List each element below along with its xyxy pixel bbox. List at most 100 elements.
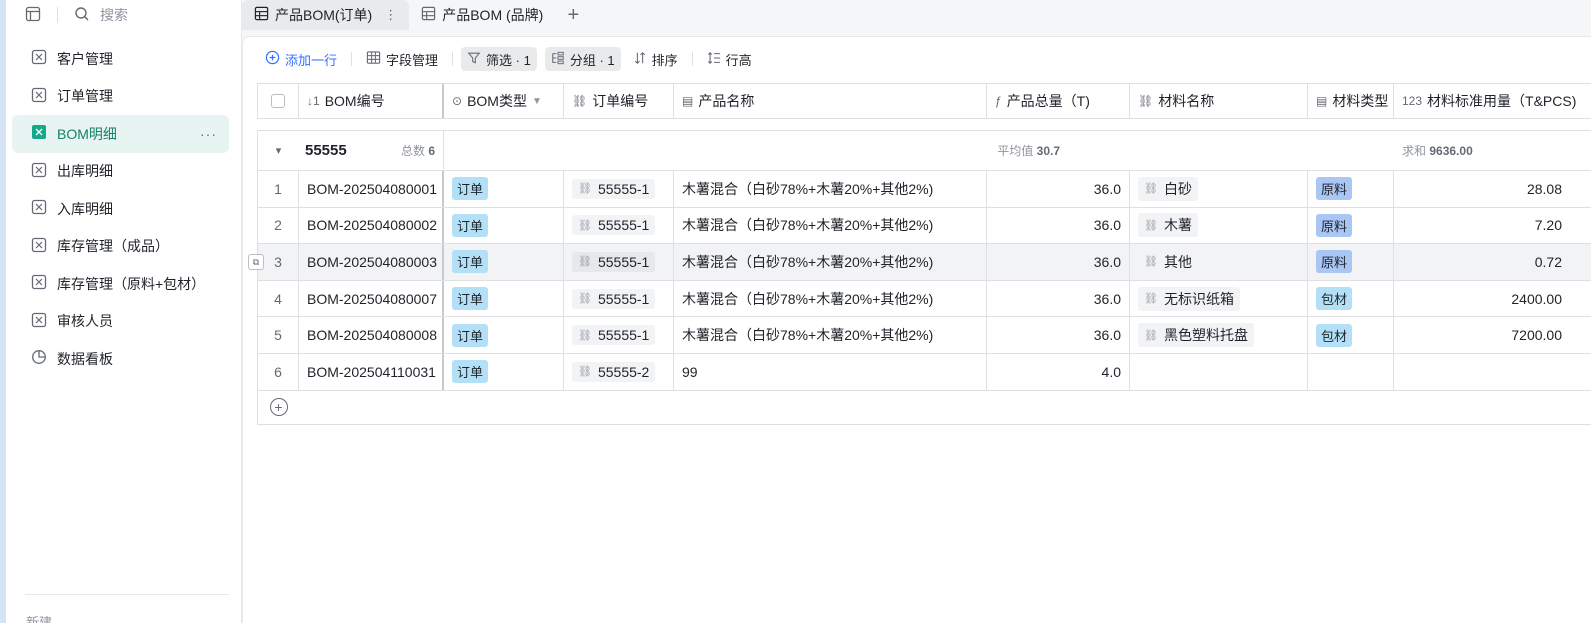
- cell-bom-id[interactable]: BOM-202504080008: [299, 317, 444, 353]
- add-row-button[interactable]: 添加一行: [259, 47, 343, 71]
- more-icon[interactable]: ···: [200, 126, 217, 142]
- material-link-chip[interactable]: ⛓ 木薯: [1138, 213, 1198, 238]
- sort-button[interactable]: 排序: [627, 47, 684, 71]
- search-input[interactable]: 搜索: [100, 5, 128, 25]
- cell-product-total[interactable]: 36.0: [987, 207, 1130, 244]
- new-button[interactable]: 新建: [26, 612, 52, 623]
- group-button[interactable]: 分组 · 1: [544, 47, 621, 71]
- cell-material-name[interactable]: [1130, 353, 1308, 390]
- sidebar-item-inbound[interactable]: 入库明细: [12, 190, 229, 228]
- filter-button[interactable]: 筛选 · 1: [461, 47, 537, 71]
- add-view-button[interactable]: +: [559, 1, 587, 29]
- column-header-order-id[interactable]: ⛓ 订单编号: [564, 84, 674, 118]
- add-record-row[interactable]: +: [257, 389, 1591, 425]
- cell-product-total[interactable]: 36.0: [987, 280, 1130, 317]
- sidebar-item-stock-materials[interactable]: 库存管理（原料+包材）: [12, 265, 229, 303]
- table-row[interactable]: 4 BOM-202504080007 订单 ⛓ 55555-1 木薯混合（白砂78…: [257, 279, 1591, 317]
- sidebar-item-reviewers[interactable]: 审核人员: [12, 303, 229, 341]
- cell-product-total[interactable]: 36.0: [987, 317, 1130, 353]
- table-row[interactable]: 2 BOM-202504080002 订单 ⛓ 55555-1 木薯混合（白砂78…: [257, 206, 1591, 244]
- table-row[interactable]: ⧉ 3 BOM-202504080003 订单 ⛓ 55555-1 木薯混合（白砂…: [248, 243, 1591, 280]
- cell-bom-type[interactable]: 订单: [444, 244, 564, 280]
- cell-order-id[interactable]: ⛓ 55555-1: [564, 244, 674, 280]
- order-link-chip[interactable]: ⛓ 55555-1: [572, 288, 656, 309]
- table-row[interactable]: 1 BOM-202504080001 订单 ⛓ 55555-1 木薯混合（白砂78…: [257, 170, 1591, 207]
- cell-material-name[interactable]: ⛓ 其他: [1130, 244, 1308, 280]
- column-header-material-name[interactable]: ⛓ 材料名称: [1130, 84, 1308, 118]
- material-link-chip[interactable]: ⛓ 白砂: [1138, 176, 1198, 201]
- cell-material-qty[interactable]: 28.08: [1394, 171, 1570, 207]
- cell-material-name[interactable]: ⛓ 黑色塑料托盘: [1130, 317, 1308, 353]
- material-link-chip[interactable]: ⛓ 黑色塑料托盘: [1138, 323, 1254, 348]
- cell-product-name[interactable]: 99: [674, 353, 987, 390]
- cell-bom-id[interactable]: BOM-202504080003: [299, 244, 444, 280]
- cell-bom-id[interactable]: BOM-202504080001: [299, 171, 444, 207]
- column-header-product-total[interactable]: ƒ 产品总量（T): [987, 84, 1130, 118]
- field-manage-button[interactable]: 字段管理: [360, 47, 444, 71]
- plus-circle-icon[interactable]: +: [269, 398, 288, 417]
- cell-material-type[interactable]: 原料: [1308, 171, 1394, 207]
- cell-material-type[interactable]: [1308, 353, 1394, 390]
- cell-order-id[interactable]: ⛓ 55555-1: [564, 317, 674, 353]
- cell-material-type[interactable]: 包材: [1308, 280, 1394, 317]
- row-height-button[interactable]: 行高: [701, 47, 758, 71]
- select-all-checkbox[interactable]: [271, 94, 285, 108]
- cell-product-name[interactable]: 木薯混合（白砂78%+木薯20%+其他2%): [674, 280, 987, 317]
- tab-bom-brand[interactable]: 产品BOM (品牌): [409, 0, 555, 30]
- cell-product-name[interactable]: 木薯混合（白砂78%+木薯20%+其他2%): [674, 244, 987, 280]
- sidebar-item-dashboard[interactable]: 数据看板: [12, 340, 229, 378]
- cell-bom-type[interactable]: 订单: [444, 171, 564, 207]
- order-link-chip[interactable]: ⛓ 55555-1: [572, 251, 656, 272]
- search-icon[interactable]: [74, 6, 90, 25]
- cell-order-id[interactable]: ⛓ 55555-1: [564, 207, 674, 244]
- column-header-bom-id[interactable]: ↓1 BOM编号: [299, 84, 444, 118]
- cell-bom-id[interactable]: BOM-202504080002: [299, 207, 444, 244]
- cell-material-name[interactable]: ⛓ 无标识纸箱: [1130, 280, 1308, 317]
- collapse-group-icon[interactable]: ▾: [258, 131, 299, 170]
- cell-bom-id[interactable]: BOM-202504110031: [299, 353, 444, 390]
- cell-product-total[interactable]: 4.0: [987, 353, 1130, 390]
- cell-bom-type[interactable]: 订单: [444, 317, 564, 353]
- tab-more-icon[interactable]: ⋮: [384, 7, 397, 23]
- cell-order-id[interactable]: ⛓ 55555-1: [564, 171, 674, 207]
- order-link-chip[interactable]: ⛓ 55555-2: [572, 361, 656, 382]
- cell-bom-type[interactable]: 订单: [444, 353, 564, 390]
- cell-product-name[interactable]: 木薯混合（白砂78%+木薯20%+其他2%): [674, 317, 987, 353]
- sidebar-item-orders[interactable]: 订单管理: [12, 78, 229, 116]
- cell-material-type[interactable]: 原料: [1308, 244, 1394, 280]
- order-link-chip[interactable]: ⛓ 55555-1: [572, 178, 656, 199]
- cell-product-total[interactable]: 36.0: [987, 244, 1130, 280]
- cell-product-total[interactable]: 36.0: [987, 171, 1130, 207]
- cell-material-type[interactable]: 包材: [1308, 317, 1394, 353]
- material-link-chip[interactable]: ⛓ 无标识纸箱: [1138, 286, 1240, 311]
- cell-material-qty[interactable]: 0.72: [1394, 244, 1570, 280]
- sidebar-item-customers[interactable]: 客户管理: [12, 40, 229, 78]
- column-header-material-type[interactable]: ▤ 材料类型: [1308, 84, 1394, 118]
- cell-material-qty[interactable]: 2400.00: [1394, 281, 1570, 317]
- cell-product-name[interactable]: 木薯混合（白砂78%+木薯20%+其他2%): [674, 171, 987, 207]
- order-link-chip[interactable]: ⛓ 55555-1: [572, 215, 656, 236]
- cell-material-name[interactable]: ⛓ 白砂: [1130, 171, 1308, 207]
- column-header-product-name[interactable]: ▤ 产品名称: [674, 84, 987, 118]
- cell-material-name[interactable]: ⛓ 木薯: [1130, 207, 1308, 244]
- sidebar-item-stock-finished[interactable]: 库存管理（成品）: [12, 228, 229, 266]
- column-header-material-qty[interactable]: 123 材料标准用量（T&PCS): [1394, 84, 1591, 118]
- cell-material-qty[interactable]: [1394, 354, 1570, 390]
- cell-bom-type[interactable]: 订单: [444, 280, 564, 317]
- cell-material-type[interactable]: 原料: [1308, 207, 1394, 244]
- table-row[interactable]: 5 BOM-202504080008 订单 ⛓ 55555-1 木薯混合（白砂78…: [257, 316, 1591, 353]
- order-link-chip[interactable]: ⛓ 55555-1: [572, 325, 656, 346]
- cell-bom-type[interactable]: 订单: [444, 207, 564, 244]
- cell-material-qty[interactable]: 7.20: [1394, 208, 1570, 244]
- sidebar-item-bom[interactable]: BOM明细 ···: [12, 115, 229, 153]
- tab-bom-order[interactable]: 产品BOM(订单) ⋮: [242, 0, 410, 30]
- cell-order-id[interactable]: ⛓ 55555-1: [564, 280, 674, 317]
- table-row[interactable]: 6 BOM-202504110031 订单 ⛓ 55555-2 99 4.0: [257, 352, 1591, 390]
- cell-order-id[interactable]: ⛓ 55555-2: [564, 353, 674, 390]
- cell-product-name[interactable]: 木薯混合（白砂78%+木薯20%+其他2%): [674, 207, 987, 244]
- sidebar-item-outbound[interactable]: 出库明细: [12, 153, 229, 191]
- add-record-cell[interactable]: +: [258, 391, 299, 424]
- material-link-chip[interactable]: ⛓ 其他: [1138, 250, 1198, 274]
- cell-material-qty[interactable]: 7200.00: [1394, 317, 1570, 353]
- column-header-bom-type[interactable]: ⊙ BOM类型 ▼: [444, 84, 564, 118]
